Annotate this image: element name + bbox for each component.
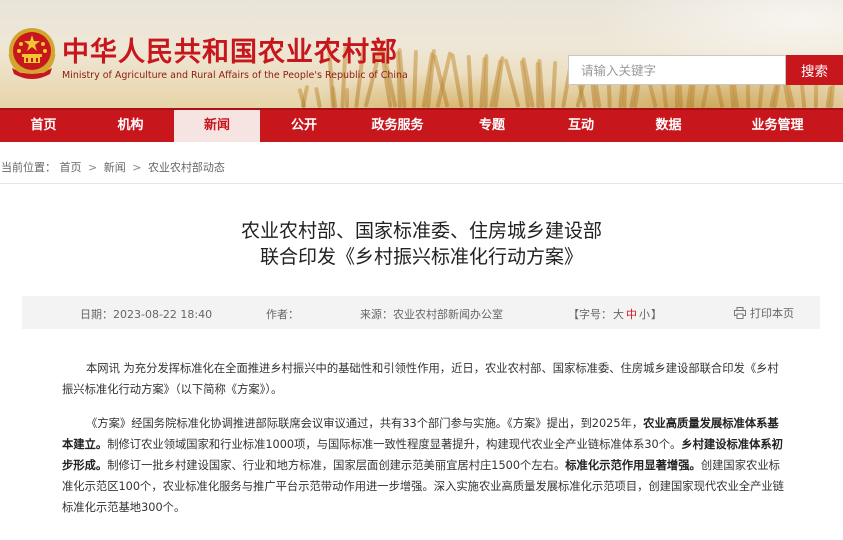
breadcrumb-separator: >	[88, 161, 98, 174]
font-size-medium[interactable]: 中	[626, 308, 637, 321]
nav-item-data[interactable]: 数据	[625, 110, 712, 142]
meta-date: 日期：2023-08-22 18:40	[80, 306, 212, 322]
breadcrumb-news[interactable]: 新闻	[104, 161, 126, 174]
nav-item-services[interactable]: 政务服务	[348, 110, 447, 142]
printer-icon	[734, 307, 746, 319]
wheat-stalk	[345, 88, 349, 108]
meta-source: 来源：农业农村部新闻办公室	[360, 306, 503, 322]
meta-author: 作者：	[266, 306, 299, 322]
meta-date-value: 2023-08-22 18:40	[113, 308, 213, 321]
breadcrumb-ministry-news[interactable]: 农业农村部动态	[148, 161, 225, 174]
divider	[0, 183, 843, 184]
font-size-suffix: 】	[651, 308, 662, 321]
print-page-link[interactable]: 打印本页	[734, 305, 794, 321]
meta-source-label: 来源：	[360, 308, 393, 321]
search-button[interactable]: 搜索	[786, 55, 843, 85]
paragraph-2-text-a: 《方案》经国务院标准化协调推进部际联席会议审议通过，共有33个部门参与实施。《方…	[86, 417, 644, 430]
nav-item-home[interactable]: 首页	[0, 110, 87, 142]
nav-item-interaction[interactable]: 互动	[537, 110, 625, 142]
article-title: 农业农村部、国家标准委、住房城乡建设部 联合印发《乡村振兴标准化行动方案》	[0, 218, 843, 270]
meta-date-label: 日期：	[80, 308, 113, 321]
font-size-large[interactable]: 大	[613, 308, 624, 321]
paragraph-2-text-d: 制修订一批乡村建设国家、行业和地方标准，国家层面创建示范美丽宜居村庄1500个左…	[107, 459, 566, 472]
font-size-small[interactable]: 小	[639, 308, 650, 321]
breadcrumb: 当前位置： 首页 > 新闻 > 农业农村部动态	[1, 159, 225, 175]
breadcrumb-prefix: 当前位置：	[1, 161, 56, 174]
main-nav: 首页 机构 新闻 公开 政务服务 专题 互动 数据 业务管理	[0, 108, 843, 142]
nav-item-topics[interactable]: 专题	[447, 110, 537, 142]
national-emblem-icon	[8, 28, 56, 79]
site-banner: 中华人民共和国农业农村部 Ministry of Agriculture and…	[0, 0, 843, 108]
nav-item-news[interactable]: 新闻	[174, 110, 260, 142]
nav-item-agencies[interactable]: 机构	[87, 110, 174, 142]
nav-item-business[interactable]: 业务管理	[712, 110, 843, 142]
font-size-prefix: 【字号：	[568, 308, 612, 321]
article-title-line-2: 联合印发《乡村振兴标准化行动方案》	[259, 246, 583, 268]
meta-source-value: 农业农村部新闻办公室	[393, 308, 503, 321]
breadcrumb-home[interactable]: 首页	[60, 161, 82, 174]
site-subtitle-en: Ministry of Agriculture and Rural Affair…	[62, 70, 408, 81]
article-paragraph-2: 《方案》经国务院标准化协调推进部际联席会议审议通过，共有33个部门参与实施。《方…	[62, 413, 787, 518]
site-title: 中华人民共和国农业农村部	[62, 37, 398, 68]
font-size-switcher: 【字号：大中小】	[568, 306, 662, 322]
article-meta-bar: 日期：2023-08-22 18:40 作者： 来源：农业农村部新闻办公室 【字…	[22, 296, 820, 329]
wheat-stalk	[813, 83, 819, 108]
search-input[interactable]	[568, 55, 786, 85]
paragraph-1-text: 本网讯 为充分发挥标准化在全面推进乡村振兴中的基础性和引领性作用，近日，农业农村…	[62, 362, 779, 396]
paragraph-2-bold-3: 标准化示范作用显著增强。	[565, 459, 701, 472]
meta-author-label: 作者：	[266, 308, 299, 321]
breadcrumb-separator: >	[132, 161, 142, 174]
print-label: 打印本页	[750, 307, 794, 320]
paragraph-2-text-c: 制修订农业领域国家和行业标准1000项，与国际标准一致性程度显著提升，构建现代农…	[107, 438, 682, 451]
article-title-line-1: 农业农村部、国家标准委、住房城乡建设部	[240, 220, 602, 242]
nav-item-public[interactable]: 公开	[260, 110, 348, 142]
article-paragraph-1: 本网讯 为充分发挥标准化在全面推进乡村振兴中的基础性和引领性作用，近日，农业农村…	[62, 358, 787, 400]
